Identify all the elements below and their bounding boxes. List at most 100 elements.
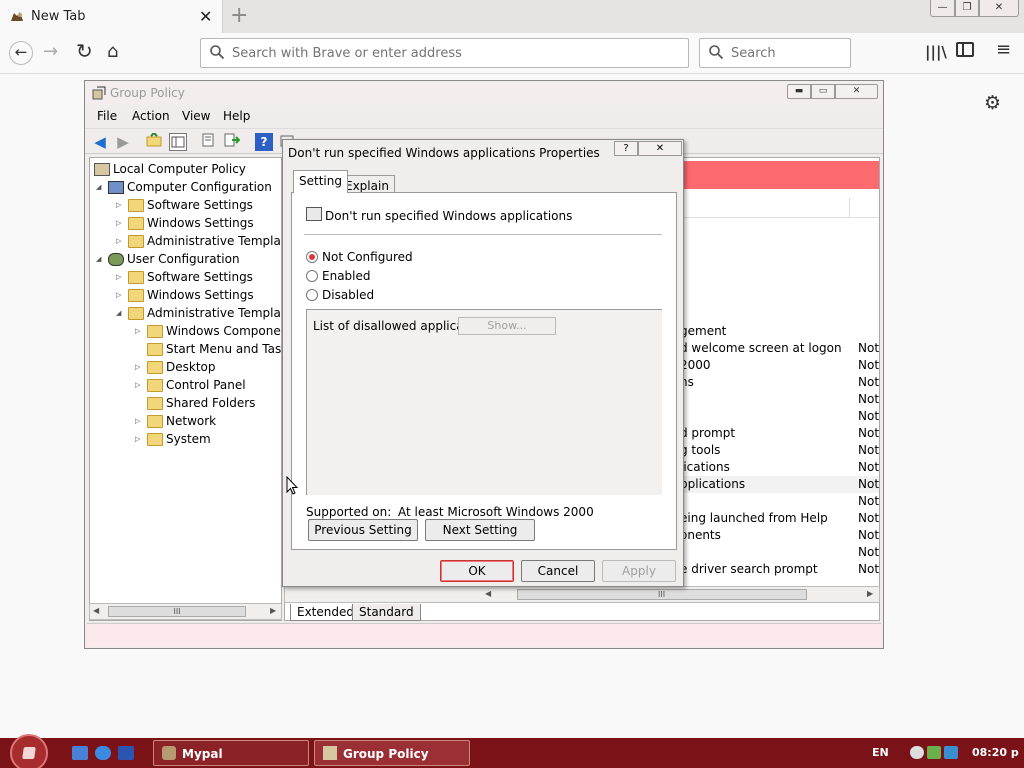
tree-expander-icon[interactable]: ▷ [116, 201, 124, 209]
cancel-button[interactable]: Cancel [521, 560, 595, 582]
properties-icon[interactable] [199, 133, 217, 151]
network-icon[interactable] [927, 746, 941, 759]
list-horizontal-scrollbar[interactable]: ◀ III ▶ [284, 586, 880, 603]
menu-action[interactable]: Action [132, 109, 170, 123]
apply-button[interactable]: Apply [602, 560, 676, 582]
gear-icon[interactable]: ⚙ [984, 92, 1001, 114]
search-bar-placeholder: Search [731, 46, 776, 61]
back-icon[interactable]: ← [9, 41, 33, 65]
clock[interactable]: 08:20 p [972, 746, 1019, 759]
up-folder-icon[interactable] [145, 131, 163, 151]
tree-item-label: Computer Configuration [127, 180, 272, 194]
tree-expander-icon[interactable]: ▷ [135, 381, 143, 389]
dialog-close-button[interactable]: ✕ [638, 141, 682, 156]
start-button[interactable] [10, 734, 48, 768]
window-minimize-button[interactable]: — [930, 0, 955, 17]
list-scroll-thumb[interactable]: III [517, 589, 807, 600]
policy-setting-icon [306, 207, 322, 221]
help-icon[interactable]: ? [255, 133, 273, 151]
tab-setting[interactable]: Setting [293, 170, 348, 193]
scroll-right-icon[interactable]: ▶ [867, 589, 873, 598]
gp-close-button[interactable]: ✕ [835, 84, 878, 99]
tree-expander-icon[interactable]: ◢ [116, 309, 124, 317]
folder-icon [147, 361, 163, 374]
new-tab-button[interactable]: + [230, 3, 248, 28]
back-icon[interactable]: ◀ [91, 133, 109, 151]
tab-close-icon[interactable]: ✕ [199, 7, 212, 26]
gp-maximize-button[interactable]: ▭ [811, 84, 835, 99]
tree-expander-icon[interactable]: ▷ [116, 237, 124, 245]
setting-state: Not [858, 494, 880, 508]
setting-state: Not [858, 528, 880, 542]
internet-explorer-icon[interactable] [95, 746, 111, 760]
scroll-left-icon[interactable]: ◀ [93, 606, 99, 615]
setting-state: Not [858, 460, 880, 474]
security-icon[interactable] [944, 746, 958, 759]
scroll-left-icon[interactable]: ◀ [485, 589, 491, 598]
library-icon[interactable]: |||\ [925, 43, 947, 61]
export-list-icon[interactable] [223, 133, 241, 151]
forward-icon[interactable]: ▶ [114, 133, 132, 151]
taskbar-item-mypal[interactable]: Mypal [153, 740, 309, 766]
policy-tree[interactable]: Local Computer Policy ◢ Computer Configura… [89, 157, 282, 621]
sound-icon[interactable] [910, 746, 924, 759]
reload-icon[interactable]: ↻ [76, 39, 93, 63]
tree-item-label: System [166, 432, 211, 446]
dialog-help-button[interactable]: ? [614, 141, 638, 156]
setting-state: Not [858, 409, 880, 423]
scroll-right-icon[interactable]: ▶ [270, 606, 276, 615]
setting-name: g tools [680, 443, 721, 457]
tab-extended[interactable]: Extended [290, 604, 361, 621]
tab-standard[interactable]: Standard [352, 604, 421, 621]
tree-expander-icon[interactable]: ▷ [135, 435, 143, 443]
gp-minimize-button[interactable]: ▬ [787, 84, 811, 99]
tree-scroll-thumb[interactable]: III [108, 606, 246, 617]
tree-expander-icon[interactable]: ▷ [116, 219, 124, 227]
tree-horizontal-scrollbar[interactable]: ◀ III ▶ [89, 603, 282, 620]
language-indicator[interactable]: EN [872, 746, 889, 759]
switch-windows-icon[interactable] [118, 746, 134, 760]
group-policy-title: Group Policy [110, 86, 185, 100]
tree-expander-icon[interactable]: ▷ [116, 273, 124, 281]
policy-name: Don't run specified Windows applications [325, 209, 573, 223]
radio-button-checked[interactable] [306, 251, 318, 263]
tree-expander-icon[interactable]: ◢ [96, 255, 104, 263]
supported-value: At least Microsoft Windows 2000 [398, 505, 594, 519]
tree-expander-icon[interactable]: ▷ [135, 417, 143, 425]
tree-expander-icon[interactable]: ▷ [135, 327, 143, 335]
folder-icon [147, 325, 163, 338]
next-setting-button[interactable]: Next Setting [425, 519, 535, 541]
show-desktop-icon[interactable] [72, 746, 88, 760]
show-hide-tree-icon[interactable] [169, 133, 187, 151]
forward-icon[interactable]: → [43, 41, 58, 62]
menu-help[interactable]: Help [223, 109, 250, 123]
menu-file[interactable]: File [97, 109, 117, 123]
window-maximize-button[interactable]: ❐ [955, 0, 979, 17]
taskbar-item-group-policy[interactable]: Group Policy [314, 740, 470, 766]
sidebar-icon[interactable] [956, 42, 974, 57]
ok-button[interactable]: OK [440, 560, 514, 582]
browser-tab[interactable]: New Tab ✕ [0, 0, 223, 33]
tree-expander-icon[interactable]: ▷ [135, 363, 143, 371]
menu-icon[interactable]: ≡ [996, 39, 1011, 60]
show-button[interactable]: Show... [458, 317, 556, 335]
menu-view[interactable]: View [182, 109, 210, 123]
tree-item-label: Start Menu and Taskbar [166, 342, 282, 356]
address-bar[interactable]: Search with Brave or enter address [200, 38, 689, 68]
tree-expander-icon[interactable]: ◢ [96, 183, 104, 191]
home-icon[interactable]: ⌂ [107, 41, 118, 62]
dialog-titlebar[interactable]: Don't run specified Windows applications… [283, 140, 683, 164]
group-policy-titlebar[interactable]: Group Policy ▬ ▭ ✕ [85, 81, 883, 105]
taskbar-item-label: Mypal [182, 747, 223, 761]
tree-expander-icon[interactable]: ▷ [116, 291, 124, 299]
previous-setting-button[interactable]: Previous Setting [308, 519, 418, 541]
setting-name: d welcome screen at logon [680, 341, 842, 355]
group-policy-icon [92, 86, 106, 100]
radio-button[interactable] [306, 270, 318, 282]
window-close-button[interactable]: ✕ [979, 0, 1019, 17]
radio-button[interactable] [306, 289, 318, 301]
folder-icon [147, 379, 163, 392]
setting-name: pplications [680, 477, 746, 491]
search-bar[interactable]: Search [699, 38, 851, 68]
setting-state: Not [858, 341, 880, 355]
